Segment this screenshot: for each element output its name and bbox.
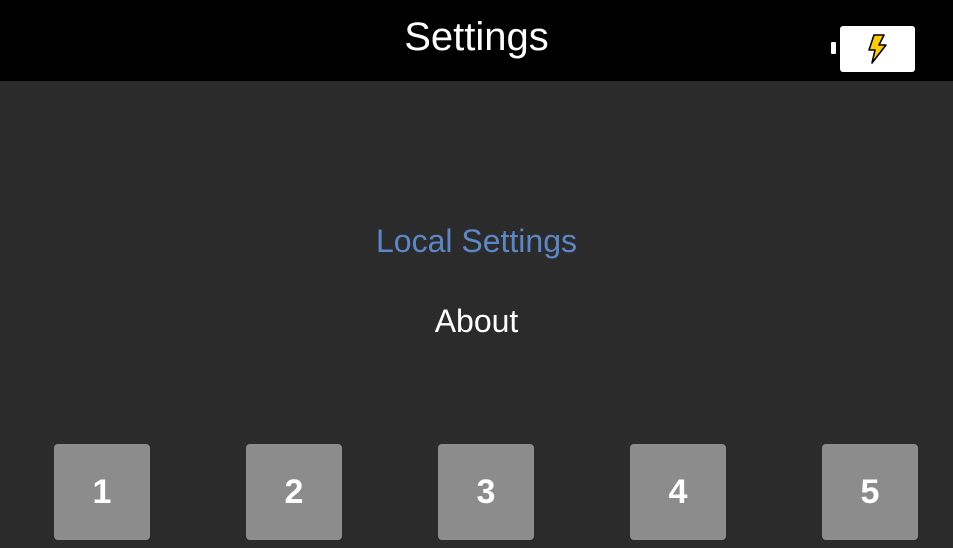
soft-key-4[interactable]: 4 [630, 444, 726, 540]
soft-key-3[interactable]: 3 [438, 444, 534, 540]
menu-item-about[interactable]: About [0, 301, 953, 341]
soft-key-row: 1 2 3 4 5 [0, 444, 953, 540]
soft-key-1[interactable]: 1 [54, 444, 150, 540]
soft-key-2[interactable]: 2 [246, 444, 342, 540]
settings-screen: Settings Local Settings About 1 2 3 4 5 [0, 0, 953, 548]
menu-item-local-settings[interactable]: Local Settings [0, 221, 953, 261]
soft-key-5[interactable]: 5 [822, 444, 918, 540]
